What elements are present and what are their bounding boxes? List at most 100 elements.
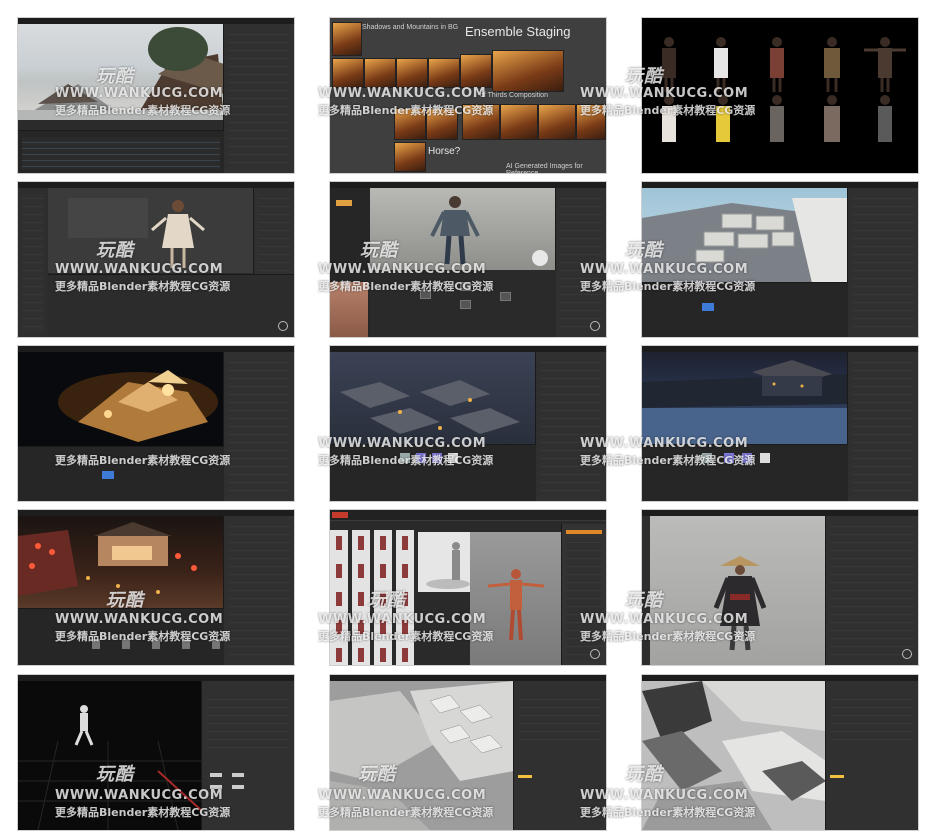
clay-village-closeup <box>642 681 826 830</box>
reference-image <box>396 58 428 88</box>
hdri-thumb[interactable] <box>400 453 410 463</box>
property-field[interactable] <box>232 785 244 789</box>
selected-asset[interactable] <box>102 471 114 479</box>
color-field[interactable] <box>518 775 532 778</box>
viewport[interactable] <box>330 352 536 444</box>
hdri-thumb[interactable] <box>702 453 712 463</box>
shader-nodes[interactable] <box>370 270 556 337</box>
hdri-thumb[interactable] <box>724 453 734 463</box>
property-field[interactable] <box>210 773 222 777</box>
hdri-thumb[interactable] <box>760 453 770 463</box>
course-logo-icon <box>590 321 600 331</box>
viewport[interactable] <box>642 681 826 830</box>
viewport[interactable] <box>18 352 224 446</box>
collage-label-horse: Horse? <box>428 146 461 157</box>
reference-image <box>426 108 458 140</box>
properties-panel[interactable] <box>847 352 918 501</box>
viewport[interactable] <box>330 681 514 830</box>
tile-snow-village-night[interactable] <box>642 346 918 501</box>
properties-panel[interactable] <box>535 352 606 501</box>
course-logo-icon <box>278 321 288 331</box>
reference-image <box>538 104 576 140</box>
shader-node[interactable] <box>460 300 471 309</box>
hdri-thumb[interactable] <box>416 453 426 463</box>
character-model <box>68 198 205 268</box>
viewport[interactable] <box>650 516 826 665</box>
hdri-browser[interactable] <box>330 444 536 501</box>
tool-panel[interactable] <box>18 188 49 337</box>
viewport[interactable] <box>18 681 203 830</box>
tile-night-lighting[interactable] <box>18 346 294 501</box>
tile-face-sculpt[interactable] <box>330 182 606 337</box>
viewport[interactable] <box>370 188 556 270</box>
properties-panel[interactable] <box>825 516 918 665</box>
character-lineup <box>662 37 906 142</box>
selected-asset[interactable] <box>702 303 714 311</box>
image-swatch <box>336 200 352 206</box>
reference-image <box>428 58 460 88</box>
reference-image <box>394 142 426 172</box>
ronin-character-model <box>713 556 767 651</box>
character-model <box>430 196 548 266</box>
property-field[interactable] <box>232 773 244 777</box>
tile-village-aerial-night[interactable] <box>330 346 606 501</box>
hdri-thumb[interactable] <box>742 453 752 463</box>
color-field[interactable] <box>830 775 844 778</box>
tile-street-lanterns[interactable] <box>18 510 294 665</box>
village-render <box>18 27 224 120</box>
shader-node[interactable] <box>420 290 431 299</box>
menu-bar <box>330 510 606 521</box>
properties-panel[interactable] <box>223 24 294 173</box>
viewport[interactable] <box>48 188 254 273</box>
viewport[interactable] <box>642 188 848 283</box>
tile-character-lineup <box>642 18 918 173</box>
properties-panel[interactable] <box>561 524 606 665</box>
collage-label-mid: of Thirds Composition <box>480 92 548 99</box>
collage-label-top: Shadows and Mountains in BG <box>362 24 459 31</box>
properties-panel[interactable] <box>555 188 606 337</box>
tile-animation-poses[interactable] <box>330 510 606 665</box>
tile-walk-cycle-grid[interactable] <box>18 675 294 830</box>
asset-browser[interactable] <box>642 282 848 337</box>
walk-cycle-scene <box>18 705 203 830</box>
course-logo-icon <box>902 649 912 659</box>
properties-panel[interactable] <box>223 352 294 501</box>
properties-panel[interactable] <box>825 681 918 830</box>
properties-panel[interactable] <box>223 516 294 665</box>
tile-block-layout[interactable] <box>642 182 918 337</box>
tile-ronin-character[interactable] <box>642 510 918 665</box>
night-village-render <box>58 370 218 442</box>
viewport[interactable] <box>18 516 224 608</box>
reference-image <box>460 54 492 88</box>
active-tab[interactable] <box>566 530 602 534</box>
snow-village-render <box>642 360 848 444</box>
property-field[interactable] <box>210 785 222 789</box>
aerial-village-render <box>340 380 520 434</box>
viewport[interactable] <box>470 532 562 665</box>
hdri-thumb[interactable] <box>448 453 458 463</box>
reference-image <box>394 108 426 140</box>
shader-node[interactable] <box>500 292 511 301</box>
tile-village-overview[interactable] <box>18 18 294 173</box>
viewport[interactable] <box>18 24 224 120</box>
asset-browser[interactable] <box>18 608 224 665</box>
course-logo-icon <box>590 649 600 659</box>
shader-node[interactable] <box>460 282 471 291</box>
tile-ai-reference-collage: Shadows and Mountains in BG Ensemble Sta… <box>330 18 606 173</box>
tile-clay-village-top[interactable] <box>330 675 606 830</box>
hdri-thumb[interactable] <box>432 453 442 463</box>
reference-image <box>492 50 564 92</box>
viewport[interactable] <box>642 352 848 444</box>
properties-panel[interactable] <box>847 188 918 337</box>
timeline[interactable] <box>18 130 224 173</box>
tile-clay-village-zoom[interactable] <box>642 675 918 830</box>
hdri-browser[interactable] <box>642 444 848 501</box>
properties-panel[interactable] <box>513 681 606 830</box>
node-editor[interactable] <box>48 274 294 337</box>
collage-label-bottom: AI Generated Images for Reference <box>506 163 583 173</box>
asset-browser[interactable] <box>18 446 224 501</box>
pose-library-grid[interactable] <box>330 530 418 665</box>
lantern-street-render <box>18 522 197 596</box>
properties-panel[interactable] <box>201 681 294 830</box>
tile-character-editor[interactable] <box>18 182 294 337</box>
